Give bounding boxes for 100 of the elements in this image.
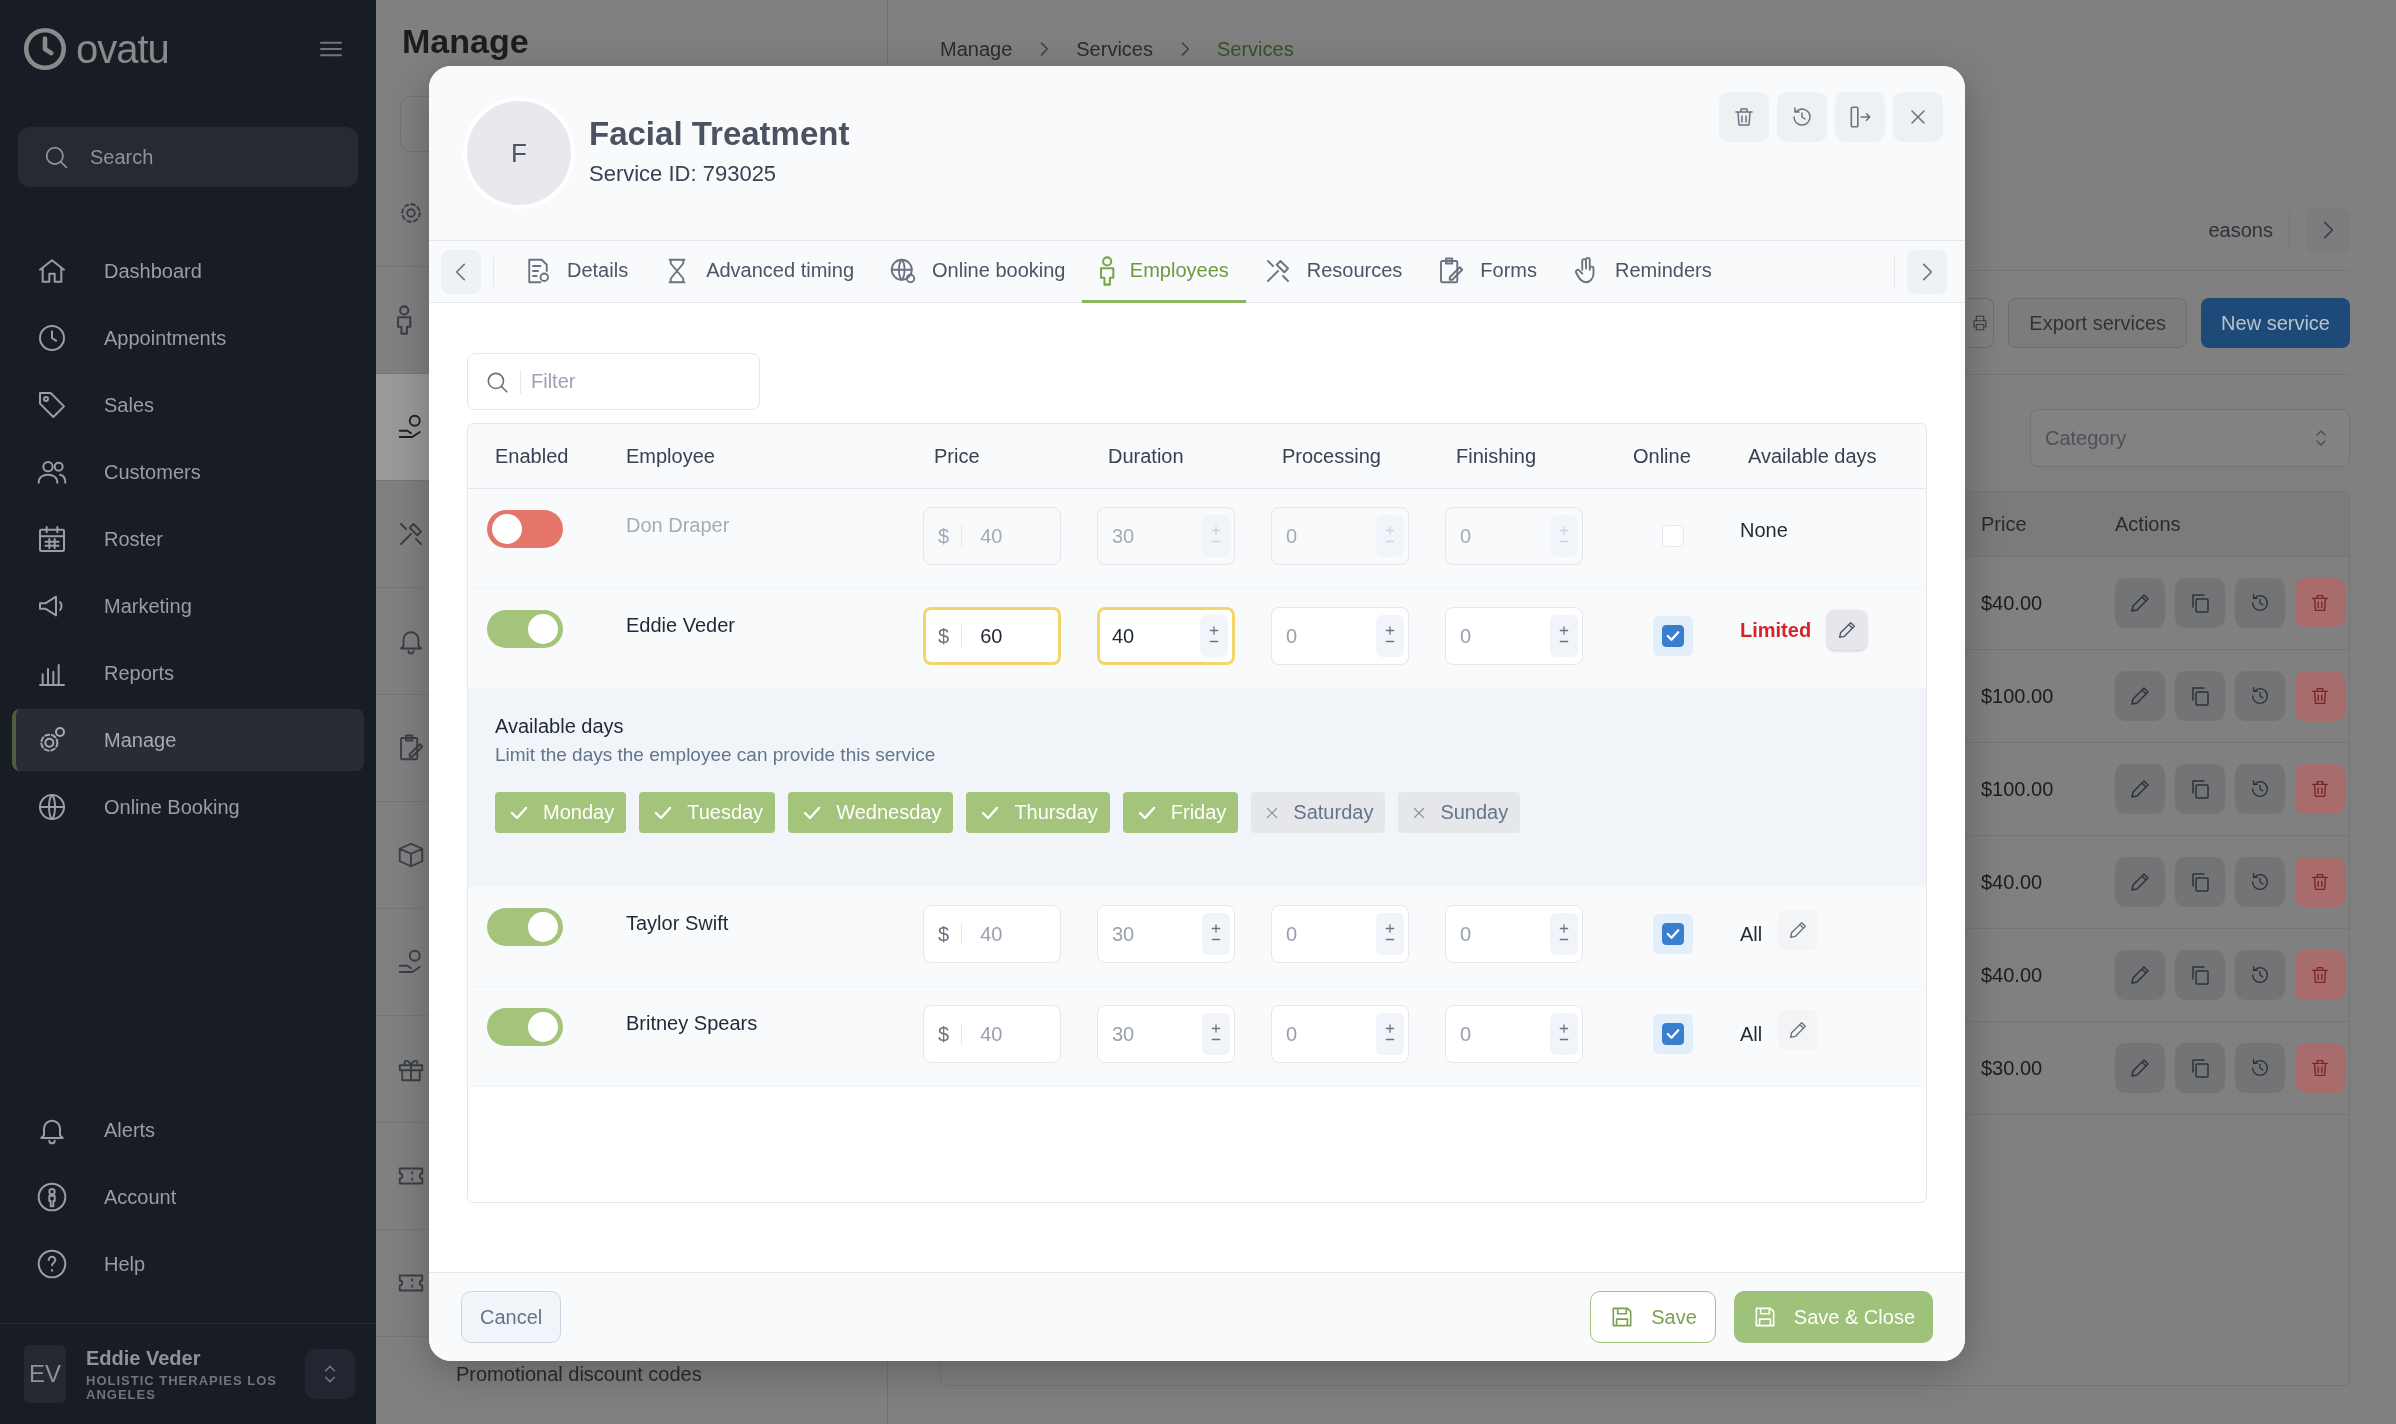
breadcrumb-link[interactable]: Services	[1076, 37, 1153, 61]
previous-tab-button[interactable]	[441, 249, 481, 294]
history-button[interactable]	[2235, 950, 2285, 1000]
breadcrumb-link[interactable]: Manage	[940, 37, 1013, 61]
history-button[interactable]	[2235, 857, 2285, 907]
stepper-icon[interactable]	[1202, 1013, 1230, 1055]
day-chip[interactable]: Tuesday	[639, 792, 776, 833]
edit-button[interactable]	[2115, 950, 2165, 1000]
history-button[interactable]	[2235, 764, 2285, 814]
edit-button[interactable]	[2115, 764, 2165, 814]
day-chip[interactable]: Friday	[1122, 792, 1239, 833]
cancel-button[interactable]: Cancel	[461, 1291, 562, 1343]
nav-item[interactable]: Sales	[12, 374, 364, 436]
delete-button[interactable]	[2295, 857, 2345, 907]
stepper-icon[interactable]	[1376, 615, 1404, 657]
tab[interactable]: Details	[506, 241, 646, 303]
delete-button[interactable]	[2295, 1043, 2345, 1093]
print-button[interactable]	[1968, 298, 1995, 348]
online-checkbox[interactable]	[1653, 1014, 1693, 1054]
number-field[interactable]: 0	[1445, 607, 1583, 665]
export-button[interactable]: Export services	[2008, 298, 2188, 348]
stepper-icon[interactable]	[1550, 615, 1578, 657]
copy-button[interactable]	[2175, 764, 2225, 814]
history-button[interactable]	[1777, 92, 1827, 142]
edit-button[interactable]	[2115, 857, 2165, 907]
stepper-icon[interactable]	[1550, 913, 1578, 955]
save-close-button[interactable]: Save & Close	[1733, 1291, 1933, 1343]
copy-button[interactable]	[2175, 857, 2225, 907]
exit-button[interactable]	[1835, 92, 1885, 142]
nav-item[interactable]: Alerts	[12, 1099, 364, 1161]
day-chip[interactable]: Thursday	[966, 792, 1110, 833]
close-button[interactable]	[1893, 92, 1943, 142]
delete-button[interactable]	[1719, 92, 1769, 142]
copy-button[interactable]	[2175, 950, 2225, 1000]
tab[interactable]: Reminders	[1554, 241, 1729, 303]
tab[interactable]: Online booking	[871, 241, 1083, 303]
edit-button[interactable]	[2115, 671, 2165, 721]
tab[interactable]: Resources	[1245, 241, 1420, 303]
nav-item[interactable]: Roster	[12, 508, 364, 570]
nav-item[interactable]: Account	[12, 1166, 364, 1228]
delete-button[interactable]	[2295, 764, 2345, 814]
breadcrumb-link[interactable]: Services	[1217, 37, 1294, 61]
stepper-icon[interactable]	[1376, 1013, 1404, 1055]
toggle-switch[interactable]	[487, 1008, 563, 1046]
stepper-icon[interactable]	[1376, 913, 1404, 955]
stepper-icon[interactable]	[1200, 615, 1228, 657]
online-checkbox[interactable]	[1653, 914, 1693, 954]
toggle-switch[interactable]	[487, 510, 563, 548]
tab[interactable]: Forms	[1419, 241, 1555, 303]
number-field[interactable]: 40	[1097, 607, 1235, 665]
tab[interactable]: Advanced timing	[645, 241, 871, 303]
toggle-switch[interactable]	[487, 908, 563, 946]
nav-item[interactable]: Marketing	[12, 575, 364, 637]
toggle-switch[interactable]	[487, 610, 563, 648]
number-field[interactable]: 0	[1271, 905, 1409, 963]
edit-days-button[interactable]	[1778, 1010, 1819, 1050]
nav-item[interactable]: Reports	[12, 642, 364, 704]
history-button[interactable]	[2235, 578, 2285, 628]
day-chip[interactable]: Wednesday	[788, 792, 954, 833]
search-field[interactable]: Search	[18, 127, 358, 187]
nav-item[interactable]: Online Booking	[12, 776, 364, 838]
next-tab-button[interactable]	[2306, 208, 2350, 252]
edit-button[interactable]	[2115, 1043, 2165, 1093]
nav-item[interactable]: Customers	[12, 441, 364, 503]
day-chip[interactable]: Sunday	[1398, 792, 1521, 833]
number-field[interactable]: 30	[1097, 507, 1235, 565]
nav-item[interactable]: Help	[12, 1233, 364, 1295]
number-field[interactable]: 0	[1445, 905, 1583, 963]
stepper-icon[interactable]	[1550, 1013, 1578, 1055]
number-field[interactable]: 30	[1097, 1005, 1235, 1063]
day-chip[interactable]: Saturday	[1251, 792, 1386, 833]
tab[interactable]: Employees	[1082, 241, 1246, 303]
save-button[interactable]: Save	[1590, 1291, 1716, 1343]
tab[interactable]: easons	[2208, 218, 2273, 242]
number-field[interactable]: 0	[1445, 507, 1583, 565]
new-service-button[interactable]: New service	[2201, 298, 2350, 348]
account-switch-button[interactable]	[305, 1349, 355, 1399]
settings-row[interactable]	[376, 374, 429, 480]
number-field[interactable]: 0	[1271, 507, 1409, 565]
price-field[interactable]: $ 40	[923, 1005, 1061, 1063]
copy-button[interactable]	[2175, 671, 2225, 721]
number-field[interactable]: 30	[1097, 905, 1235, 963]
nav-item[interactable]: Dashboard	[12, 240, 364, 302]
copy-button[interactable]	[2175, 1043, 2225, 1093]
price-field[interactable]: $ 40	[923, 905, 1061, 963]
nav-item[interactable]: Appointments	[12, 307, 364, 369]
number-field[interactable]: 0	[1445, 1005, 1583, 1063]
next-tab-button[interactable]	[1907, 249, 1947, 294]
delete-button[interactable]	[2295, 950, 2345, 1000]
edit-days-button[interactable]	[1778, 910, 1819, 950]
edit-days-button[interactable]	[1827, 610, 1868, 650]
price-field[interactable]: $ 60	[923, 607, 1061, 665]
number-field[interactable]: 0	[1271, 607, 1409, 665]
online-checkbox[interactable]	[1653, 616, 1693, 656]
price-field[interactable]: $ 40	[923, 507, 1061, 565]
number-field[interactable]: 0	[1271, 1005, 1409, 1063]
day-chip[interactable]: Monday	[495, 792, 627, 833]
history-button[interactable]	[2235, 1043, 2285, 1093]
copy-button[interactable]	[2175, 578, 2225, 628]
filter-field[interactable]: Filter	[467, 353, 760, 410]
